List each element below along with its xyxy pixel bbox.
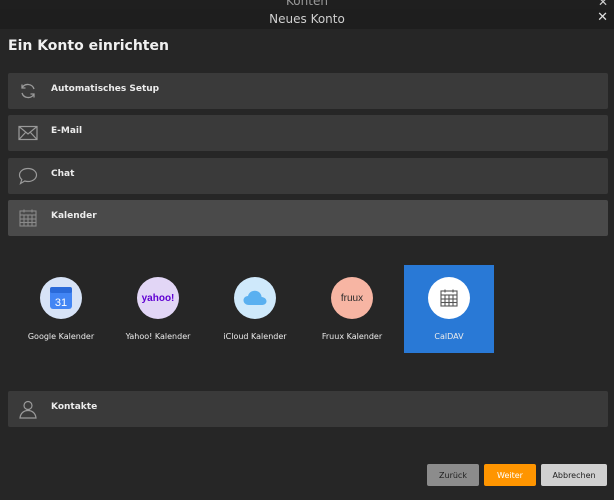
envelope-icon	[17, 122, 39, 144]
provider-label: Fruux Kalender	[321, 332, 383, 341]
provider-yahoo-calendar[interactable]: yahoo! Yahoo! Kalender	[113, 265, 203, 353]
option-chat[interactable]: Chat	[8, 158, 608, 194]
dialog-title: Neues Konto	[269, 12, 345, 26]
fruux-icon: fruux	[331, 277, 373, 319]
option-automatic-setup[interactable]: Automatisches Setup	[8, 73, 608, 109]
option-email[interactable]: E-Mail	[8, 115, 608, 151]
person-icon	[17, 398, 39, 420]
provider-label: CalDAV	[434, 332, 464, 341]
cancel-button[interactable]: Abbrechen	[541, 464, 607, 486]
background-window-title: Konten	[286, 0, 328, 8]
background-window-titlebar: Konten ✕	[0, 0, 614, 9]
yahoo-icon: yahoo!	[137, 277, 179, 319]
option-label: E-Mail	[51, 126, 83, 136]
icloud-icon	[234, 277, 276, 319]
provider-label: Google Kalender	[27, 332, 95, 341]
option-label: Kalender	[51, 211, 97, 221]
provider-label: Yahoo! Kalender	[125, 332, 191, 341]
dialog-titlebar: Neues Konto ✕	[0, 9, 614, 29]
speech-bubble-icon	[17, 165, 39, 187]
provider-google-calendar[interactable]: 31 Google Kalender	[16, 265, 106, 353]
provider-caldav[interactable]: CalDAV	[404, 265, 494, 353]
provider-fruux-calendar[interactable]: fruux Fruux Kalender	[307, 265, 397, 353]
background-close-icon[interactable]: ✕	[598, 0, 608, 9]
svg-text:31: 31	[55, 297, 67, 309]
option-label: Chat	[51, 169, 75, 179]
page-title: Ein Konto einrichten	[8, 38, 169, 54]
option-contacts[interactable]: Kontakte	[8, 391, 608, 427]
google-calendar-icon: 31	[40, 277, 82, 319]
calendar-icon	[17, 207, 39, 229]
provider-icloud-calendar[interactable]: iCloud Kalender	[210, 265, 300, 353]
option-calendar[interactable]: Kalender	[8, 200, 608, 236]
back-button[interactable]: Zurück	[427, 464, 479, 486]
caldav-calendar-icon	[428, 277, 470, 319]
option-label: Kontakte	[51, 402, 98, 412]
provider-label: iCloud Kalender	[223, 332, 287, 341]
next-button[interactable]: Weiter	[484, 464, 536, 486]
refresh-icon	[17, 80, 39, 102]
close-icon[interactable]: ✕	[597, 10, 608, 25]
option-label: Automatisches Setup	[51, 84, 160, 94]
new-account-dialog: Neues Konto ✕ Ein Konto einrichten Autom…	[0, 9, 614, 500]
